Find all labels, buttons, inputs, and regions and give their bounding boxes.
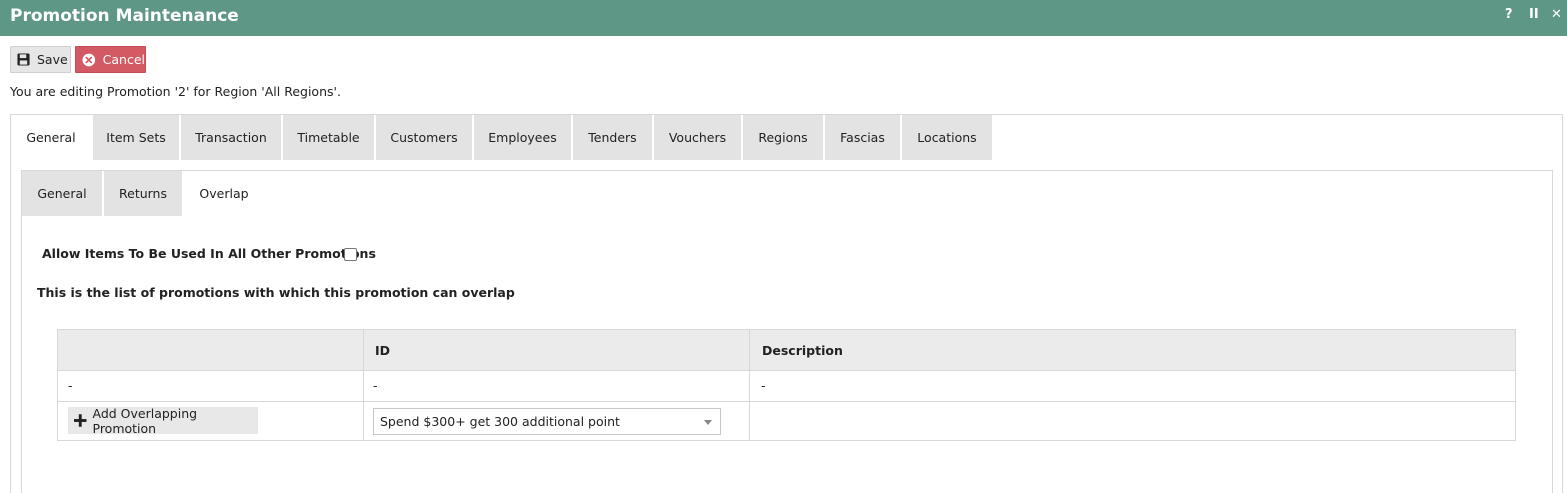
column-divider xyxy=(363,330,364,440)
tab-locations[interactable]: Locations xyxy=(902,115,992,160)
add-overlapping-promotion-label: Add Overlapping Promotion xyxy=(92,405,198,436)
table-cell: - xyxy=(373,378,378,393)
close-icon[interactable]: ✕ xyxy=(1551,7,1562,22)
save-icon xyxy=(17,53,30,66)
cancel-label: Cancel xyxy=(102,52,145,67)
allow-items-checkbox[interactable] xyxy=(344,248,357,261)
cancel-icon xyxy=(82,53,96,66)
table-cell: - xyxy=(68,378,73,393)
column-header-description[interactable]: Description xyxy=(762,343,843,358)
tab-vouchers[interactable]: Vouchers xyxy=(654,115,741,160)
tab-customers[interactable]: Customers xyxy=(376,115,472,160)
subtab-overlap[interactable]: Overlap xyxy=(184,171,264,216)
column-header-id[interactable]: ID xyxy=(375,343,390,358)
tab-regions[interactable]: Regions xyxy=(743,115,823,160)
window-title: Promotion Maintenance xyxy=(10,6,239,26)
title-bar: Promotion Maintenance ? II ✕ xyxy=(0,0,1567,36)
column-divider xyxy=(749,330,750,440)
pause-icon[interactable]: II xyxy=(1529,7,1539,22)
add-overlapping-promotion-button[interactable]: Add Overlapping Promotion xyxy=(68,405,258,436)
tab-tenders[interactable]: Tenders xyxy=(573,115,652,160)
promotion-select[interactable]: Spend $300+ get 300 additional point xyxy=(373,408,721,435)
table-cell: - xyxy=(761,378,766,393)
tab-transaction[interactable]: Transaction xyxy=(181,115,281,160)
cancel-button[interactable]: Cancel xyxy=(75,46,146,73)
tab-fascias[interactable]: Fascias xyxy=(825,115,900,160)
tab-employees[interactable]: Employees xyxy=(474,115,571,160)
promotion-select-value: Spend $300+ get 300 additional point xyxy=(380,414,620,429)
save-button[interactable]: Save xyxy=(10,46,71,73)
chevron-down-icon xyxy=(704,420,712,425)
tab-general[interactable]: General xyxy=(11,115,91,160)
tab-timetable[interactable]: Timetable xyxy=(283,115,374,160)
editing-message: You are editing Promotion '2' for Region… xyxy=(10,84,341,99)
save-label: Save xyxy=(37,52,68,67)
subtab-general[interactable]: General xyxy=(22,171,102,216)
row-divider xyxy=(58,401,1515,402)
allow-items-label: Allow Items To Be Used In All Other Prom… xyxy=(42,246,376,261)
overlap-list-message: This is the list of promotions with whic… xyxy=(37,285,515,300)
tab-item-sets[interactable]: Item Sets xyxy=(93,115,179,160)
plus-icon xyxy=(74,414,87,427)
subtab-returns[interactable]: Returns xyxy=(104,171,182,216)
help-icon[interactable]: ? xyxy=(1505,7,1513,22)
